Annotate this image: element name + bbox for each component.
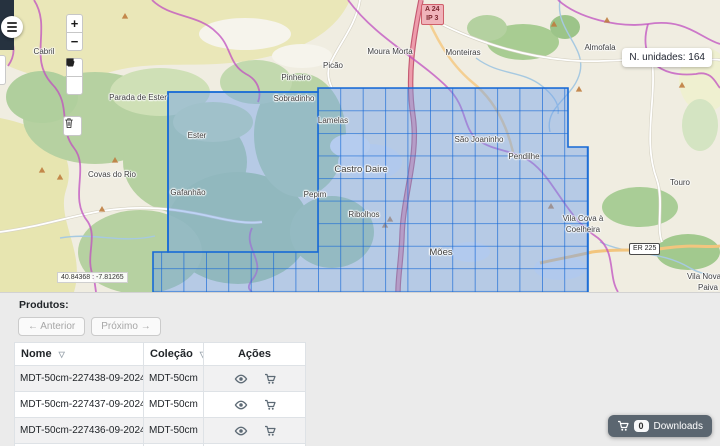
map-place-label: Vila Nova [687, 272, 720, 281]
draw-control [66, 58, 83, 95]
map-place-label: Monteiras [445, 48, 480, 57]
product-collection-cell: MDT-50cm [144, 392, 204, 418]
eye-icon [234, 400, 248, 410]
eye-icon [234, 426, 248, 436]
map-place-label: Cabril [34, 47, 55, 56]
map-place-label: Paiva [698, 283, 718, 292]
road-badge-er225: ER 225 [629, 243, 660, 255]
column-header-label: Ações [238, 348, 271, 360]
view-product-button[interactable] [234, 426, 248, 436]
map-place-label: Mões [429, 247, 452, 258]
map-place-label: Parada de Ester [109, 93, 167, 102]
panel-title: Produtos: [19, 299, 69, 311]
cart-icon [617, 420, 629, 432]
cart-icon [264, 425, 276, 437]
eye-icon [234, 374, 248, 384]
units-count-badge: N. unidades: 164 [622, 48, 712, 67]
view-product-button[interactable] [234, 374, 248, 384]
zoom-control: + − [66, 14, 83, 51]
map-place-label: Touro [670, 178, 690, 187]
previous-button[interactable]: ← Anterior [18, 317, 85, 336]
map-place-label: Ribolhos [348, 210, 379, 219]
zoom-in-button[interactable]: + [66, 14, 83, 33]
column-header-nome[interactable]: Nome ▽ [15, 343, 144, 366]
menu-toggle-button[interactable] [1, 16, 23, 38]
hamburger-icon [7, 22, 17, 24]
map-place-label: Coelheira [566, 225, 600, 234]
collapsed-sidebar-edge[interactable] [0, 55, 6, 85]
cart-icon [264, 373, 276, 385]
product-name-cell: MDT-50cm-227436-09-2024 [15, 418, 144, 444]
cart-icon [264, 399, 276, 411]
map-place-label: Gafanhão [170, 188, 205, 197]
table-row: MDT-50cm-227438-09-2024MDT-50cm [15, 366, 306, 392]
road-badge-a24: A 24 IP 3 [421, 4, 444, 25]
next-button[interactable]: Próximo → [91, 317, 160, 336]
mouse-coordinates: 40.84368 : -7.81265 [57, 272, 128, 283]
product-collection-cell: MDT-50cm [144, 418, 204, 444]
map-place-label: Moura Morta [367, 47, 412, 56]
table-body: MDT-50cm-227438-09-2024MDT-50cmMDT-50cm-… [15, 366, 306, 446]
map-place-label: Sobradinho [274, 94, 315, 103]
map-place-label: Lamelas [318, 116, 348, 125]
product-actions-cell [204, 366, 306, 392]
table-header-row: Nome ▽ Coleção ▽ Ações [15, 343, 306, 366]
product-actions-cell [204, 418, 306, 444]
map-place-label: Almofala [584, 43, 615, 52]
product-actions-cell [204, 392, 306, 418]
map-canvas[interactable]: Cabril Parada de Ester Ester Covas do Rio Ga… [0, 0, 720, 292]
column-header-label: Coleção [150, 348, 193, 360]
map-place-label: Pinheiro [281, 73, 310, 82]
column-header-label: Nome [21, 348, 52, 360]
sort-icon[interactable]: ▽ [200, 350, 204, 359]
sort-icon[interactable]: ▽ [59, 350, 65, 359]
add-to-cart-button[interactable] [264, 399, 276, 411]
column-header-coleção[interactable]: Coleção ▽ [144, 343, 204, 366]
product-name-cell: MDT-50cm-227437-09-2024 [15, 392, 144, 418]
add-to-cart-button[interactable] [264, 373, 276, 385]
map-place-label: São Joaninho [455, 135, 504, 144]
table-row: MDT-50cm-227437-09-2024MDT-50cm [15, 392, 306, 418]
map-place-label: Pepim [304, 190, 327, 199]
draw-rectangle-button[interactable] [66, 76, 83, 95]
downloads-count-badge: 0 [634, 420, 649, 432]
column-header-ações: Ações [204, 343, 306, 366]
products-table: Nome ▽ Coleção ▽ Ações MDT-50cm-227438-09-20… [14, 342, 306, 446]
add-to-cart-button[interactable] [264, 425, 276, 437]
product-name-cell: MDT-50cm-227438-09-2024 [15, 366, 144, 392]
pagination: ← Anterior Próximo → [18, 317, 161, 336]
downloads-label: Downloads [654, 421, 703, 432]
map-place-label: Picão [323, 61, 343, 70]
table-row: MDT-50cm-227436-09-2024MDT-50cm [15, 418, 306, 444]
product-collection-cell: MDT-50cm [144, 366, 204, 392]
app-window: Cabril Parada de Ester Ester Covas do Rio Ga… [0, 0, 720, 446]
trash-icon [64, 117, 74, 129]
map-place-label: Ester [188, 131, 207, 140]
map-place-label: Covas do Rio [88, 170, 136, 179]
view-product-button[interactable] [234, 400, 248, 410]
map-place-label: Vila Cova à [563, 214, 604, 223]
zoom-out-button[interactable]: − [66, 32, 83, 51]
square-icon [66, 58, 74, 66]
map-place-label: Pendilhe [508, 152, 539, 161]
downloads-button[interactable]: 0 Downloads [608, 415, 713, 437]
map-place-label: Castro Daire [334, 164, 387, 175]
clear-selection-button[interactable] [63, 116, 82, 136]
